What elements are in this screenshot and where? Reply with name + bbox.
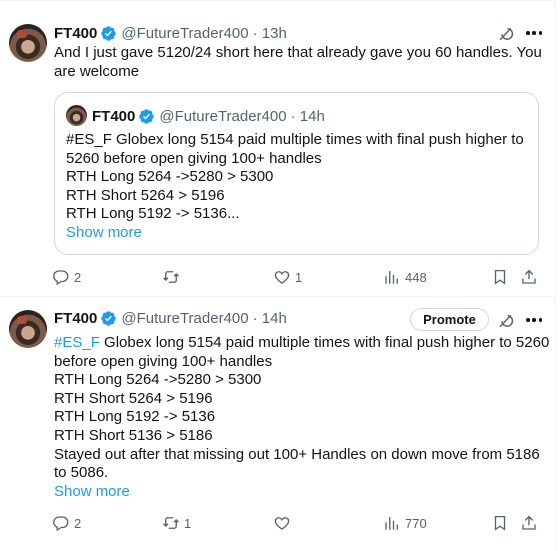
views-icon	[385, 517, 398, 530]
bookmark-icon	[494, 269, 506, 285]
show-more-link[interactable]: Show more	[54, 483, 544, 502]
tweet-text-line: before open giving 100+ handles	[54, 352, 273, 370]
quoted-tweet-text-line: RTH Short 5264 > 5196	[66, 186, 225, 204]
like-icon	[274, 271, 290, 284]
views-icon	[385, 271, 398, 284]
more-icon[interactable]	[525, 24, 543, 42]
like-button[interactable]	[273, 512, 295, 534]
share-button[interactable]	[520, 512, 538, 534]
timestamp: · 14h	[290, 107, 325, 125]
view-count: 448	[405, 269, 427, 285]
quoted-tweet-text-line: RTH Long 5192 -> 5136...	[66, 205, 240, 223]
bookmark-button[interactable]	[491, 512, 509, 534]
tweet-text-line: RTH Long 5264 ->5280 > 5300	[54, 371, 262, 389]
more-icon[interactable]	[525, 311, 543, 329]
tweet-top-icons	[497, 311, 543, 329]
like-count: 1	[295, 269, 303, 285]
author-handle[interactable]: @FutureTrader400	[121, 25, 248, 42]
verified-badge-icon	[139, 108, 155, 124]
avatar[interactable]	[9, 310, 47, 348]
tweet-text-line: RTH Short 5136 > 5186	[54, 426, 213, 444]
reply-icon	[53, 516, 69, 532]
reply-button[interactable]: 2	[52, 512, 81, 534]
reply-count: 2	[74, 269, 82, 285]
tweet-text: And I just gave 5120/24 short here that …	[54, 44, 544, 81]
text-span: Globex long 5154 paid multiple times wit…	[99, 334, 550, 351]
like-icon	[274, 517, 290, 530]
grok-icon[interactable]	[497, 24, 515, 42]
repost-icon	[163, 517, 179, 529]
views-button[interactable]: 770	[383, 512, 427, 534]
quoted-tweet-text-line: 5260 before open giving 100+ handles	[66, 149, 322, 167]
repost-icon	[163, 271, 179, 283]
reply-button[interactable]: 2	[52, 266, 81, 288]
grok-icon[interactable]	[497, 311, 515, 329]
tweet-header: FT400 @FutureTrader400 · 14h	[54, 308, 287, 328]
reply-icon	[53, 270, 69, 286]
avatar	[66, 105, 87, 126]
repost-count: 1	[184, 515, 192, 531]
author-name[interactable]: FT400	[54, 310, 97, 327]
like-button[interactable]: 1	[273, 266, 302, 288]
tweet-text-line: are welcome	[54, 62, 140, 80]
tweet-text-line: to 5086.	[54, 464, 109, 482]
tweet-text-line: #ES_F Globex long 5154 paid multiple tim…	[54, 334, 549, 353]
quoted-tweet-header: FT400 @FutureTrader400 · 14h	[92, 106, 325, 126]
verified-badge-icon	[101, 25, 117, 41]
reply-count: 2	[74, 515, 82, 531]
tweet-text-line: RTH Long 5192 -> 5136	[54, 408, 216, 426]
timestamp[interactable]: · 13h	[253, 25, 287, 42]
repost-button[interactable]	[162, 266, 184, 288]
bookmark-button[interactable]	[491, 266, 509, 288]
bookmark-icon	[494, 515, 506, 531]
tweet-top-icons	[497, 24, 543, 42]
avatar[interactable]	[9, 24, 47, 62]
quoted-tweet-text-line: #ES_F Globex long 5154 paid multiple tim…	[66, 131, 531, 150]
tweet-text-line: And I just gave 5120/24 short here that …	[54, 44, 542, 61]
view-count: 770	[405, 515, 427, 531]
tweet[interactable]: FT400 @FutureTrader400 · 13h And I just …	[0, 0, 556, 297]
verified-badge-icon	[101, 310, 117, 326]
tweet-text: #ES_F Globex long 5154 paid multiple tim…	[54, 334, 549, 502]
quoted-tweet-text-line: RTH Long 5264 ->5280 > 5300	[66, 168, 274, 186]
share-icon	[522, 515, 536, 530]
share-icon	[522, 269, 536, 284]
hashtag-link[interactable]: #ES_F	[54, 334, 100, 351]
author-name[interactable]: FT400	[54, 25, 97, 42]
timestamp[interactable]: · 14h	[253, 310, 287, 327]
quoted-tweet-text: #ES_F Globex long 5154 paid multiple tim…	[66, 131, 531, 243]
tweet-header: FT400 @FutureTrader400 · 13h	[54, 23, 287, 43]
promote-button[interactable]: Promote	[410, 308, 489, 331]
author-handle[interactable]: @FutureTrader400	[121, 310, 248, 327]
author-handle: @FutureTrader400	[159, 107, 287, 125]
tweet[interactable]: FT400 @FutureTrader400 · 14h Promote #ES…	[0, 297, 556, 551]
hashtag-link[interactable]: #ES_F	[66, 131, 112, 148]
tweet-text-line: Stayed out after that missing out 100+ H…	[54, 445, 540, 463]
text-span: Globex long 5154 paid multiple times wit…	[111, 131, 524, 148]
author-name: FT400	[92, 107, 136, 125]
share-button[interactable]	[520, 266, 538, 288]
tweet-actions: 2 1 770	[52, 512, 547, 534]
show-more-link[interactable]: Show more	[66, 224, 531, 243]
quoted-tweet[interactable]: FT400 @FutureTrader400 · 14h #ES_F Globe…	[54, 92, 539, 255]
repost-button[interactable]: 1	[162, 512, 191, 534]
views-button[interactable]: 448	[383, 266, 427, 288]
tweet-actions: 2 1 448	[52, 266, 547, 288]
tweet-text-line: RTH Short 5264 > 5196	[54, 389, 213, 407]
